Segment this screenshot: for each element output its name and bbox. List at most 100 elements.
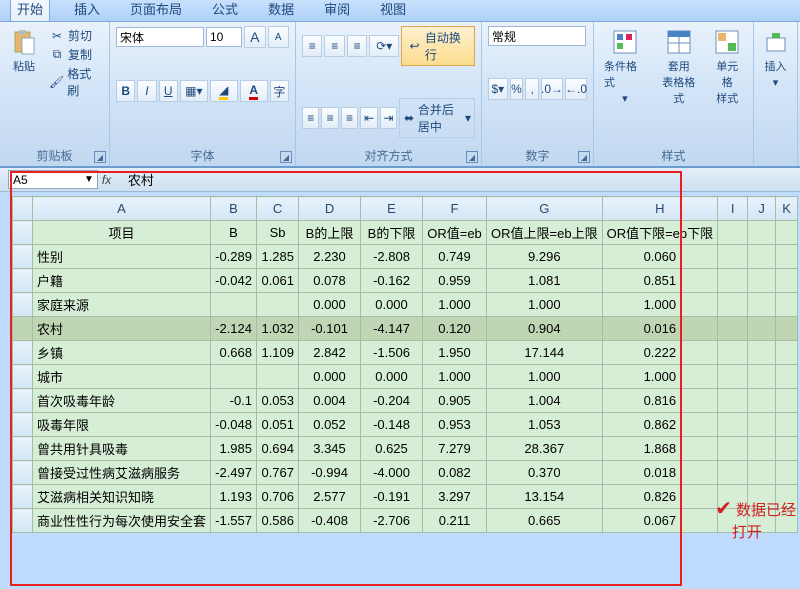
cell-I4[interactable] bbox=[718, 293, 748, 317]
cell-E4[interactable]: 0.000 bbox=[361, 293, 423, 317]
align-center-button[interactable]: ≡ bbox=[321, 107, 338, 129]
font-launcher[interactable]: ◢ bbox=[280, 151, 292, 163]
cell-H12[interactable]: 0.826 bbox=[602, 485, 718, 509]
cell-K2[interactable] bbox=[776, 245, 798, 269]
cell-D12[interactable]: 2.577 bbox=[299, 485, 361, 509]
cell-F4[interactable]: 1.000 bbox=[423, 293, 487, 317]
cell-J11[interactable] bbox=[748, 461, 776, 485]
cell-G12[interactable]: 13.154 bbox=[487, 485, 603, 509]
cell-A3[interactable]: 户籍 bbox=[33, 269, 211, 293]
cell-E7[interactable]: 0.000 bbox=[361, 365, 423, 389]
cell-H10[interactable]: 1.868 bbox=[602, 437, 718, 461]
col-header-J[interactable]: J bbox=[748, 197, 776, 221]
cell-G7[interactable]: 1.000 bbox=[487, 365, 603, 389]
data-row-5[interactable]: 城市0.0000.0001.0001.0001.000 bbox=[13, 365, 798, 389]
hdr2-A[interactable]: 项目 bbox=[33, 221, 211, 245]
cell-F2[interactable]: 0.749 bbox=[423, 245, 487, 269]
cell-I6[interactable] bbox=[718, 341, 748, 365]
cell-E2[interactable]: -2.808 bbox=[361, 245, 423, 269]
cell-K3[interactable] bbox=[776, 269, 798, 293]
hdr2-J[interactable] bbox=[748, 221, 776, 245]
cell-D4[interactable]: 0.000 bbox=[299, 293, 361, 317]
cell-F3[interactable]: 0.959 bbox=[423, 269, 487, 293]
data-row-6[interactable]: 首次吸毒年龄-0.10.0530.004-0.2040.9051.0040.81… bbox=[13, 389, 798, 413]
cell-B4[interactable] bbox=[211, 293, 257, 317]
cell-B5[interactable]: -2.124 bbox=[211, 317, 257, 341]
cell-J10[interactable] bbox=[748, 437, 776, 461]
number-format-select[interactable] bbox=[488, 26, 586, 46]
cell-I10[interactable] bbox=[718, 437, 748, 461]
cell-H13[interactable]: 0.067 bbox=[602, 509, 718, 533]
cell-F7[interactable]: 1.000 bbox=[423, 365, 487, 389]
tab-data[interactable]: 数据 bbox=[262, 0, 300, 21]
hdr2-F[interactable]: OR值=eb bbox=[423, 221, 487, 245]
copy-button[interactable]: ⧉复制 bbox=[46, 45, 103, 64]
cell-H3[interactable]: 0.851 bbox=[602, 269, 718, 293]
col-header-B[interactable]: B bbox=[211, 197, 257, 221]
format-painter-button[interactable]: 🖌格式刷 bbox=[46, 64, 103, 100]
cell-H7[interactable]: 1.000 bbox=[602, 365, 718, 389]
format-as-table-button[interactable]: 套用 表格格式 bbox=[654, 26, 704, 108]
clipboard-launcher[interactable]: ◢ bbox=[94, 151, 106, 163]
select-all-cell[interactable] bbox=[13, 197, 33, 221]
cell-C12[interactable]: 0.706 bbox=[257, 485, 299, 509]
cell-B7[interactable] bbox=[211, 365, 257, 389]
cell-K10[interactable] bbox=[776, 437, 798, 461]
font-size-select[interactable] bbox=[206, 27, 242, 47]
cell-B11[interactable]: -2.497 bbox=[211, 461, 257, 485]
cell-C2[interactable]: 1.285 bbox=[257, 245, 299, 269]
hdr2-D[interactable]: B的上限 bbox=[299, 221, 361, 245]
cell-E8[interactable]: -0.204 bbox=[361, 389, 423, 413]
spreadsheet-grid[interactable]: ABCDEFGHIJK 项目BSbB的上限B的下限OR值=ebOR值上限=eb上… bbox=[12, 196, 798, 533]
cell-K6[interactable] bbox=[776, 341, 798, 365]
cell-H11[interactable]: 0.018 bbox=[602, 461, 718, 485]
cell-C7[interactable] bbox=[257, 365, 299, 389]
cell-D2[interactable]: 2.230 bbox=[299, 245, 361, 269]
cell-F6[interactable]: 1.950 bbox=[423, 341, 487, 365]
data-row-2[interactable]: 家庭来源0.0000.0001.0001.0001.000 bbox=[13, 293, 798, 317]
data-row-1[interactable]: 户籍-0.0420.0610.078-0.1620.9591.0810.851 bbox=[13, 269, 798, 293]
cell-A4[interactable]: 家庭来源 bbox=[33, 293, 211, 317]
cell-G9[interactable]: 1.053 bbox=[487, 413, 603, 437]
cell-K9[interactable] bbox=[776, 413, 798, 437]
cell-G6[interactable]: 17.144 bbox=[487, 341, 603, 365]
cell-E9[interactable]: -0.148 bbox=[361, 413, 423, 437]
name-box-drop[interactable]: ▼ bbox=[84, 174, 94, 185]
cell-D11[interactable]: -0.994 bbox=[299, 461, 361, 485]
conditional-format-button[interactable]: 条件格式▾ bbox=[600, 26, 650, 108]
insert-cells-button[interactable]: 插入▾ bbox=[760, 26, 791, 91]
hdr2-E[interactable]: B的下限 bbox=[361, 221, 423, 245]
grow-font-button[interactable]: A bbox=[244, 26, 266, 48]
cell-A11[interactable]: 曾接受过性病艾滋病服务 bbox=[33, 461, 211, 485]
cell-I11[interactable] bbox=[718, 461, 748, 485]
cell-A12[interactable]: 艾滋病相关知识知晓 bbox=[33, 485, 211, 509]
cell-B10[interactable]: 1.985 bbox=[211, 437, 257, 461]
font-name-select[interactable] bbox=[116, 27, 204, 47]
cell-D3[interactable]: 0.078 bbox=[299, 269, 361, 293]
cell-A2[interactable]: 性别 bbox=[33, 245, 211, 269]
cell-I5[interactable] bbox=[718, 317, 748, 341]
col-header-F[interactable]: F bbox=[423, 197, 487, 221]
currency-button[interactable]: $▾ bbox=[488, 78, 508, 100]
cell-C8[interactable]: 0.053 bbox=[257, 389, 299, 413]
cell-styles-button[interactable]: 单元格 样式 bbox=[708, 26, 747, 108]
indent-dec-button[interactable]: ⇤ bbox=[360, 107, 377, 129]
cell-B2[interactable]: -0.289 bbox=[211, 245, 257, 269]
cell-G10[interactable]: 28.367 bbox=[487, 437, 603, 461]
cell-I3[interactable] bbox=[718, 269, 748, 293]
col-header-H[interactable]: H bbox=[602, 197, 718, 221]
cell-G13[interactable]: 0.665 bbox=[487, 509, 603, 533]
cell-C10[interactable]: 0.694 bbox=[257, 437, 299, 461]
cell-A9[interactable]: 吸毒年限 bbox=[33, 413, 211, 437]
cell-D6[interactable]: 2.842 bbox=[299, 341, 361, 365]
cell-B12[interactable]: 1.193 bbox=[211, 485, 257, 509]
cell-C6[interactable]: 1.109 bbox=[257, 341, 299, 365]
tab-view[interactable]: 视图 bbox=[374, 0, 412, 21]
alignment-launcher[interactable]: ◢ bbox=[466, 151, 478, 163]
cell-J2[interactable] bbox=[748, 245, 776, 269]
cell-A6[interactable]: 乡镇 bbox=[33, 341, 211, 365]
align-bottom-button[interactable]: ≡ bbox=[347, 35, 367, 57]
cell-J4[interactable] bbox=[748, 293, 776, 317]
data-row-4[interactable]: 乡镇0.6681.1092.842-1.5061.95017.1440.222 bbox=[13, 341, 798, 365]
cell-F12[interactable]: 3.297 bbox=[423, 485, 487, 509]
